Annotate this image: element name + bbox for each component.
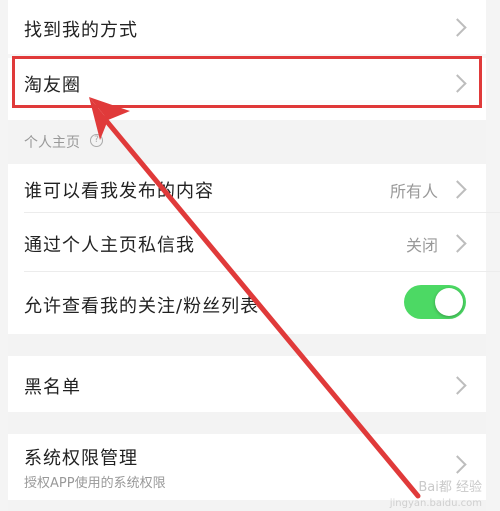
watermark-url: jingyan.baidu.com [389, 498, 482, 509]
watermark-logo: Bai都 经验 [418, 480, 482, 495]
privacy-settings-screen: 找到我的方式 淘友圈 个人主页 ? 谁可以看我发布的内容 所有人 通过个人主页私… [0, 0, 500, 511]
red-arrow-icon [89, 97, 421, 499]
annotation-arrow [89, 97, 421, 499]
